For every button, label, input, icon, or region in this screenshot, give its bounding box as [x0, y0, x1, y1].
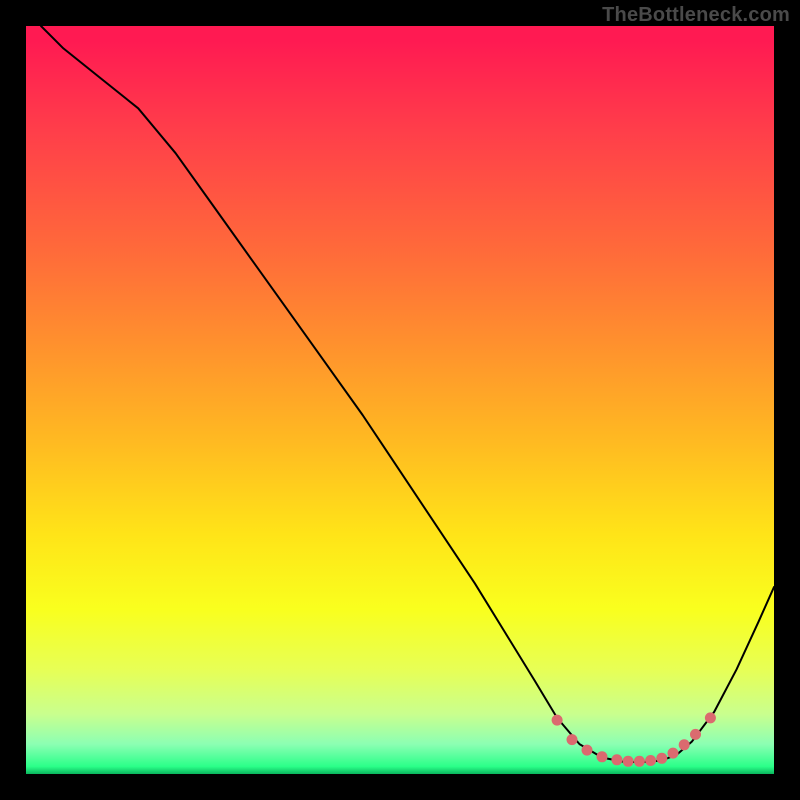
marker-dot — [656, 753, 667, 764]
marker-dot — [552, 715, 563, 726]
marker-dot — [690, 729, 701, 740]
chart-svg — [26, 26, 774, 774]
marker-dot — [611, 754, 622, 765]
marker-dot — [582, 745, 593, 756]
bottleneck-markers — [552, 712, 716, 766]
marker-dot — [597, 751, 608, 762]
marker-dot — [567, 734, 578, 745]
marker-dot — [668, 748, 679, 759]
watermark-text: TheBottleneck.com — [602, 4, 790, 27]
marker-dot — [634, 756, 645, 767]
marker-dot — [623, 756, 634, 767]
chart-stage: TheBottleneck.com — [0, 0, 800, 800]
plot-area — [26, 26, 774, 774]
marker-dot — [645, 755, 656, 766]
bottleneck-curve — [26, 26, 774, 762]
marker-dot — [705, 712, 716, 723]
marker-dot — [679, 739, 690, 750]
